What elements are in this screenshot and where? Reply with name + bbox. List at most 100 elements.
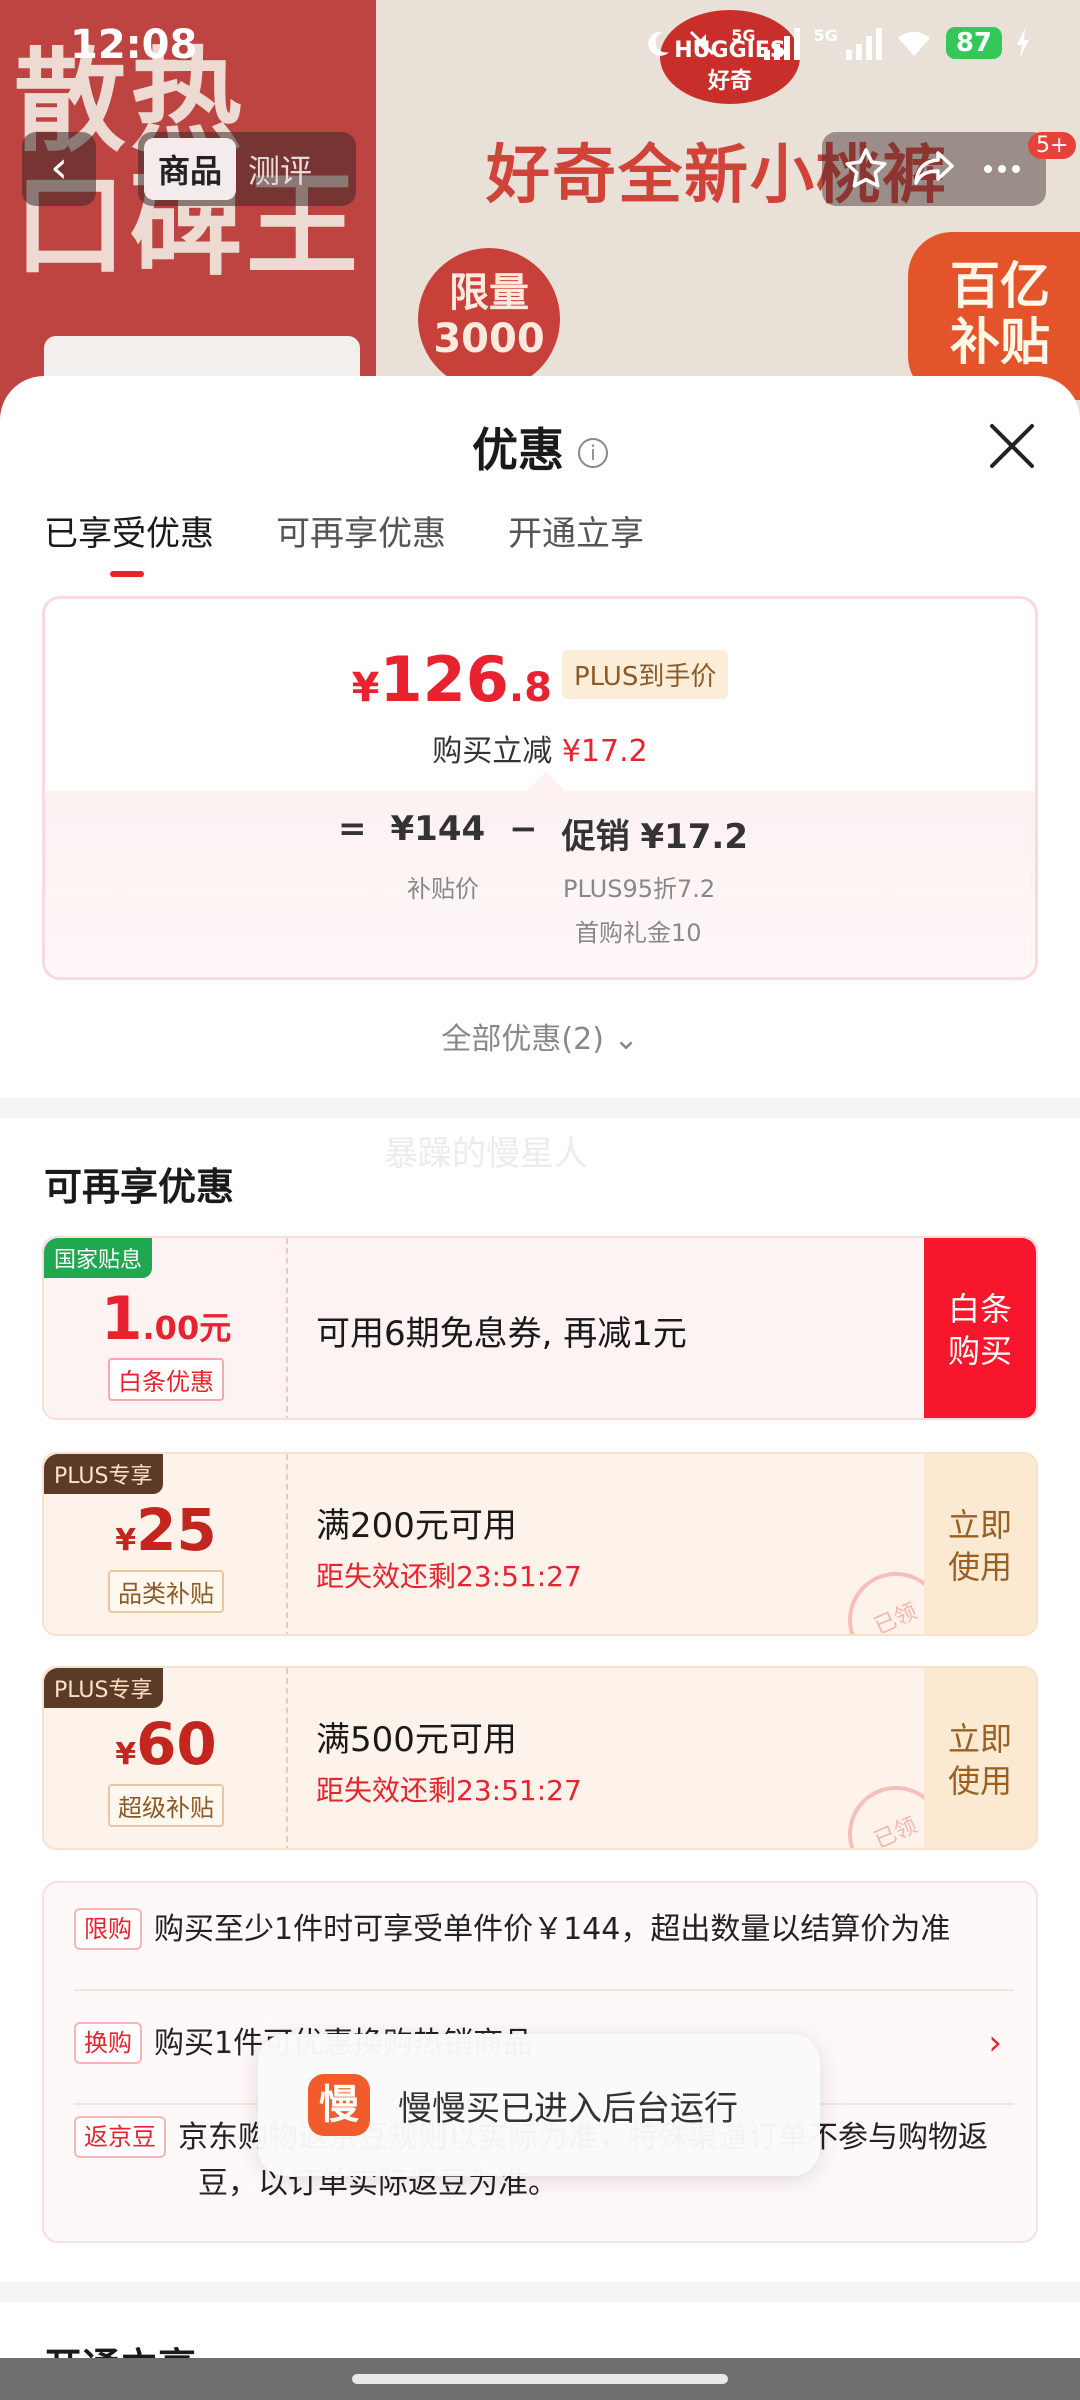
coupon-corner-tag: PLUS专享 [44, 1454, 163, 1494]
subsidy-badge-line-1: 百亿 [950, 257, 1050, 315]
rule-purchase-limit: 限购 购买至少1件时可享受单件价￥144，超出数量以结算价为准 [74, 1907, 1014, 1953]
chevron-right-icon[interactable]: › [988, 2023, 1002, 2063]
background-running-toast: 慢 慢慢买已进入后台运行 [258, 2034, 820, 2176]
coupon-expiry-countdown: 距失效还剩23:51:27 [316, 1773, 582, 1807]
plus-price-tag: PLUS到手价 [561, 650, 729, 699]
use-now-label-line-2: 使用 [947, 1762, 1012, 1800]
limited-badge-line-2: 3000 [433, 316, 545, 362]
use-now-label-line-1: 立即 [947, 1720, 1012, 1758]
tab-more-offers[interactable]: 可再享优惠 [276, 506, 446, 577]
section-divider-bottom [0, 2282, 1080, 2302]
currency-symbol: ¥ [351, 665, 380, 711]
use-now-button[interactable]: 立即 使用 [924, 1454, 1036, 1634]
base-price-label: 补贴价 [407, 875, 479, 903]
rule-tag: 限购 [74, 1908, 142, 1950]
coupon-currency: ¥ [115, 1523, 137, 1558]
price-summary-top: ¥126.8 PLUS到手价 购买立减 ¥17.2 [45, 599, 1035, 791]
coupon-corner-tag: 国家贴息 [44, 1238, 153, 1278]
status-icons: 5G 5G 87 [643, 26, 1030, 60]
coupon-type-tag: 白条优惠 [108, 1358, 224, 1401]
network-type-1: 5G [731, 26, 756, 45]
info-icon[interactable]: i [578, 438, 608, 468]
coupon-type-tag: 超级补贴 [108, 1784, 224, 1827]
chevron-left-icon: ‹ [50, 142, 68, 193]
discount-value: ¥17.2 [561, 734, 648, 769]
tab-review[interactable]: 测评 [236, 138, 324, 200]
subsidy-badge: 百亿 补贴 [908, 232, 1080, 400]
close-icon[interactable] [984, 418, 1040, 474]
coupon-expiry-countdown: 距失效还剩23:51:27 [316, 1559, 582, 1593]
rule-text: 购买至少1件时可享受单件价￥144，超出数量以结算价为准 [154, 1912, 951, 1947]
coupon-amount-integer: 1 [100, 1284, 143, 1354]
back-button[interactable]: ‹ [22, 132, 96, 206]
moon-icon [648, 31, 670, 56]
base-price: ¥144 [390, 809, 486, 849]
promo-amount: 促销 ¥17.2 [562, 809, 748, 858]
signal-icon [763, 26, 800, 60]
tab-activate-offers[interactable]: 开通立享 [508, 506, 644, 577]
final-price: ¥126.8 [352, 643, 552, 716]
coupon-corner-tag: PLUS专享 [44, 1668, 163, 1708]
coupon-condition: 满200元可用 [316, 1505, 517, 1546]
message-badge: 5+ [1028, 132, 1077, 159]
limited-badge: 限量 3000 [418, 248, 560, 390]
app-icon: 慢 [308, 2074, 370, 2136]
price-summary-card: ¥126.8 PLUS到手价 购买立减 ¥17.2 = ¥144 − 促销 ¥17… [42, 596, 1038, 980]
coupon-currency: ¥ [115, 1737, 137, 1772]
coupon-perforation [286, 1454, 288, 1634]
coupon-perforation [286, 1668, 288, 1848]
price-decimal: .8 [508, 665, 552, 711]
coupon-amount: ¥60 [44, 1710, 288, 1778]
baitiao-buy-button-label: 白条 购买 [948, 1288, 1012, 1372]
use-now-label-line-2: 使用 [947, 1548, 1012, 1586]
baitiao-buy-label-line-2: 购买 [947, 1332, 1012, 1370]
baitiao-buy-button[interactable]: 白条 购买 [924, 1238, 1036, 1418]
share-icon[interactable] [910, 145, 958, 193]
price-formula-line: = ¥144 − 促销 ¥17.2 [45, 809, 1035, 858]
use-now-button-label: 立即 使用 [948, 1718, 1012, 1802]
coupon-category-subsidy: ¥25 品类补贴 PLUS专享 满200元可用 距失效还剩23:51:27 已领… [42, 1452, 1038, 1636]
product-tabs: 商品 测评 [138, 132, 356, 206]
rule-tag: 返京豆 [74, 2116, 166, 2158]
all-offers-toggle[interactable]: 全部优惠(2) ⌄ [0, 1014, 1080, 1058]
home-indicator[interactable] [352, 2374, 728, 2384]
discount-label: 购买立减 [432, 734, 553, 769]
promo-value: ¥17.2 [640, 817, 748, 857]
product-actions [822, 132, 1046, 206]
mute-icon [690, 30, 715, 56]
star-icon[interactable] [842, 145, 890, 193]
use-now-button[interactable]: 立即 使用 [924, 1668, 1036, 1848]
use-now-button-label: 立即 使用 [948, 1504, 1012, 1588]
coupon-type-tag: 品类补贴 [108, 1570, 224, 1613]
coupon-amount-value: 25 [136, 1496, 217, 1564]
price-integer: 126 [379, 643, 509, 716]
network-type-2: 5G [813, 26, 838, 45]
use-now-label-line-1: 立即 [947, 1506, 1012, 1544]
coupon-amount-decimal: .00元 [142, 1309, 232, 1347]
status-time: 12:08 [70, 22, 198, 68]
rule-tag: 换购 [74, 2022, 142, 2064]
tab-enjoyed-offers[interactable]: 已享受优惠 [44, 506, 214, 577]
wifi-icon [897, 31, 930, 56]
coupon-details: 可用6期免息券, 再减1元 [316, 1238, 687, 1418]
promo-label: 促销 [561, 817, 630, 857]
coupon-condition: 满500元可用 [316, 1719, 517, 1760]
section-title-more-offers: 可再享优惠 [44, 1165, 235, 1209]
watermark: 暴躁的慢星人 [384, 1134, 588, 1174]
more-icon[interactable] [978, 145, 1026, 193]
sheet-title: 优惠 i [0, 414, 1080, 480]
coupon-interest-free: 1.00元 白条优惠 国家贴息 可用6期免息券, 再减1元 白条购买 [42, 1236, 1038, 1420]
rule-divider [74, 1989, 1014, 1991]
chevron-down-icon: ⌄ [613, 1022, 639, 1057]
baitiao-buy-label-line-1: 白条 [947, 1290, 1012, 1328]
coupon-amount: 1.00元 [44, 1284, 288, 1354]
signal-icon-2 [845, 26, 882, 60]
sheet-title-text: 优惠 [472, 423, 564, 477]
tab-product[interactable]: 商品 [144, 138, 237, 200]
charging-icon [1017, 28, 1029, 58]
promo-detail-2: 首购礼金10 [575, 919, 702, 947]
all-offers-label: 全部优惠(2) [441, 1022, 604, 1057]
price-formula: = ¥144 − 促销 ¥17.2 补贴价 PLUS95折7.2 首购礼金10 [45, 791, 1035, 977]
coupon-amount: ¥25 [44, 1496, 288, 1564]
coupon-description: 可用6期免息券, 再减1元 [316, 1313, 687, 1354]
